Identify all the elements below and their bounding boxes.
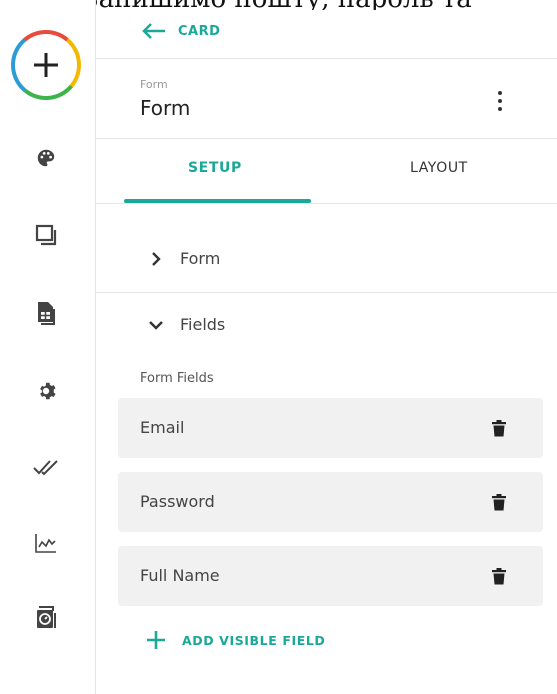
tab-layout[interactable]: LAYOUT	[410, 160, 468, 176]
sheet-icon[interactable]	[33, 300, 59, 326]
chevron-down-icon	[149, 320, 163, 330]
palette-icon[interactable]	[33, 145, 59, 171]
layers-icon[interactable]	[33, 222, 59, 248]
section-form-toggle[interactable]: Form	[148, 249, 220, 268]
double-check-icon[interactable]	[33, 454, 59, 480]
back-to-card-button[interactable]: CARD	[142, 18, 220, 44]
divider	[96, 58, 557, 59]
gear-icon[interactable]	[33, 378, 59, 404]
left-rail	[0, 0, 96, 694]
chevron-right-icon	[152, 251, 161, 266]
add-visible-field-label: ADD VISIBLE FIELD	[182, 632, 326, 648]
trash-icon[interactable]	[492, 568, 506, 585]
add-button-inner	[15, 34, 77, 96]
list-item[interactable]: Password	[118, 472, 543, 532]
properties-panel: CARD Form Form SETUP LAYOUT Form Fields …	[96, 0, 557, 694]
divider	[96, 138, 557, 139]
plus-icon	[147, 631, 165, 649]
form-fields-label: Form Fields	[140, 371, 214, 386]
trash-icon[interactable]	[492, 420, 506, 437]
add-visible-field-button[interactable]: ADD VISIBLE FIELD	[146, 630, 325, 650]
more-options-icon[interactable]	[492, 88, 508, 114]
section-form-label: Form	[180, 249, 221, 268]
arrow-left-icon	[142, 23, 165, 39]
field-name: Email	[140, 418, 185, 437]
trash-icon[interactable]	[492, 494, 506, 511]
tab-setup[interactable]: SETUP	[188, 160, 242, 176]
stopwatch-icon[interactable]	[33, 605, 59, 631]
section-fields-label: Fields	[180, 315, 226, 334]
section-small-label: Form	[140, 78, 168, 91]
divider	[96, 203, 557, 204]
plus-icon	[34, 53, 58, 77]
add-button[interactable]	[11, 30, 81, 100]
field-name: Password	[140, 492, 215, 511]
divider	[96, 292, 557, 293]
back-label: CARD	[178, 23, 221, 39]
list-item[interactable]: Email	[118, 398, 543, 458]
page-title: Form	[140, 96, 191, 120]
analytics-icon[interactable]	[33, 530, 59, 556]
list-item[interactable]: Full Name	[118, 546, 543, 606]
section-fields-toggle[interactable]: Fields	[148, 315, 225, 334]
field-name: Full Name	[140, 566, 220, 585]
